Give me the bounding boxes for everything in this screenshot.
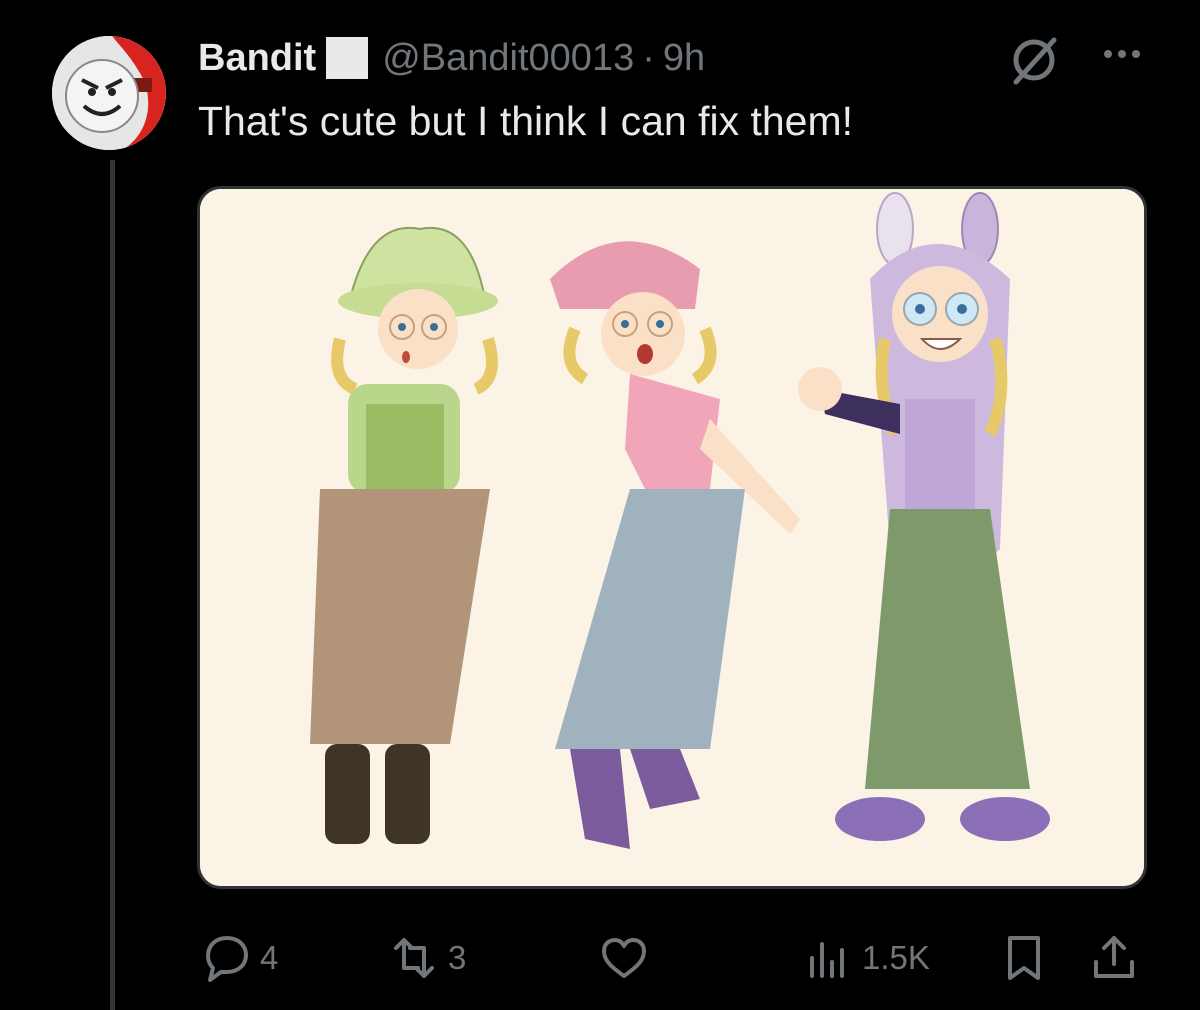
illustration-image xyxy=(200,189,1144,886)
avatar-image xyxy=(52,36,166,150)
post-text: That's cute but I think I can fix them! xyxy=(198,98,854,144)
post-time[interactable]: 9h xyxy=(663,37,705,80)
share-button[interactable] xyxy=(1086,930,1142,986)
author-handle[interactable]: @Bandit00013 xyxy=(382,37,634,80)
views-button[interactable]: 1.5K xyxy=(800,930,930,986)
more-options-button[interactable] xyxy=(1092,32,1152,82)
thread-connector-line xyxy=(110,160,115,1010)
like-button[interactable] xyxy=(596,930,652,986)
bookmark-icon xyxy=(1008,936,1040,980)
separator-dot: · xyxy=(642,36,655,79)
bookmark-button[interactable] xyxy=(996,930,1052,986)
reply-bubble-icon xyxy=(206,936,248,982)
grok-button[interactable] xyxy=(1004,30,1064,90)
share-upload-icon xyxy=(1094,936,1134,978)
reply-button[interactable]: 4 xyxy=(198,930,278,986)
repost-arrows-icon xyxy=(394,938,434,978)
heart-icon xyxy=(602,938,646,978)
badge-icon xyxy=(326,37,369,79)
views-bars-icon xyxy=(810,942,844,978)
reply-count: 4 xyxy=(260,939,279,976)
author-name[interactable]: Bandit xyxy=(198,37,316,80)
avatar[interactable] xyxy=(52,36,166,150)
grok-slash-icon xyxy=(1013,37,1057,85)
more-dots-icon xyxy=(1104,50,1140,58)
post-image[interactable] xyxy=(197,186,1147,889)
repost-button[interactable]: 3 xyxy=(386,930,466,986)
repost-count: 3 xyxy=(448,939,467,976)
post-header: Bandit @Bandit00013 · 9h xyxy=(198,30,705,86)
post-actions-bar: 4 3 1.5K xyxy=(0,930,1200,990)
views-count: 1.5K xyxy=(862,939,930,976)
